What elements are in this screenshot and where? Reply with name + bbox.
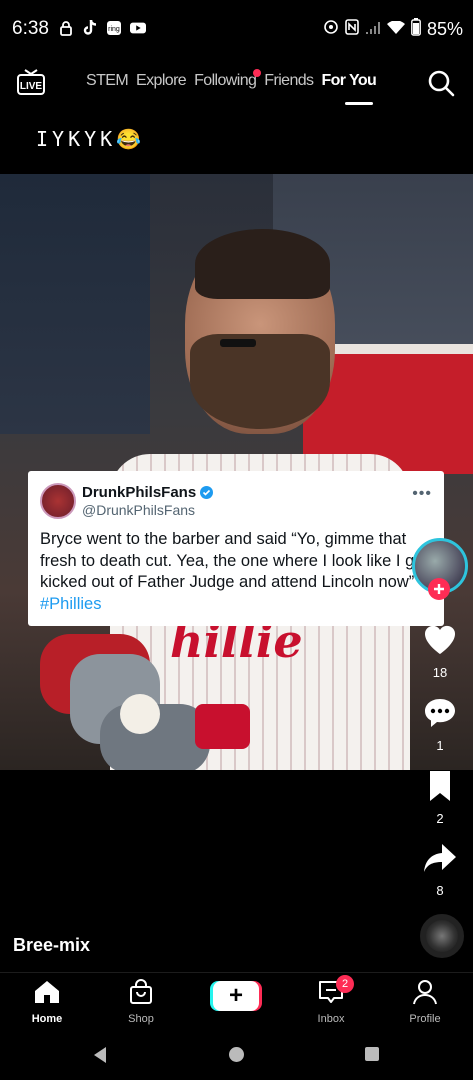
plus-icon	[434, 584, 444, 594]
heart-icon	[424, 625, 456, 654]
more-icon: •••	[412, 485, 432, 502]
nfc-icon	[345, 19, 359, 40]
feed-tabs: STEM Explore Following Friends For You	[86, 69, 377, 90]
wifi-icon	[386, 19, 405, 40]
youtube-icon	[130, 20, 146, 36]
home-icon	[35, 981, 59, 1003]
tweet-card: DrunkPhilsFans @DrunkPhilsFans ••• Bryce…	[28, 471, 444, 626]
tweet-text: Bryce went to the barber and said “Yo, g…	[40, 530, 429, 591]
tweet-name-text: DrunkPhilsFans	[82, 484, 197, 501]
android-nav-bar	[0, 1028, 473, 1080]
comment-count: 1	[436, 738, 444, 753]
tab-inbox[interactable]: 2 Inbox	[296, 975, 366, 1025]
inbox-badge: 2	[336, 975, 354, 993]
tweet-handle: @DrunkPhilsFans	[82, 502, 196, 518]
shopping-bag-icon	[130, 979, 152, 1004]
create-button[interactable]: +	[213, 981, 259, 1011]
baseball	[120, 694, 160, 734]
ring-icon: ring	[106, 20, 122, 36]
comment-icon	[425, 699, 455, 727]
tab-following-label: Following	[194, 72, 257, 89]
tab-stem[interactable]: STEM	[86, 72, 129, 90]
player-hair	[195, 229, 330, 299]
live-label: LIVE	[20, 81, 43, 92]
status-bar: 6:38 ring 85%	[0, 0, 473, 58]
tweet-body: Bryce went to the barber and said “Yo, g…	[40, 529, 430, 615]
eye-black	[220, 339, 256, 347]
background-locker	[0, 174, 150, 434]
bookmark-icon	[430, 771, 450, 801]
status-left-icons: ring	[58, 19, 146, 36]
like-count: 18	[432, 665, 448, 680]
tweet-display-name: DrunkPhilsFans	[82, 484, 214, 501]
tiktok-icon	[82, 19, 98, 36]
tab-explore[interactable]: Explore	[136, 72, 187, 90]
tab-friends[interactable]: Friends	[264, 72, 314, 90]
back-icon[interactable]	[92, 1046, 108, 1064]
tab-for-you[interactable]: For You	[321, 72, 376, 90]
share-arrow-icon	[424, 844, 456, 872]
tweet-hashtag: #Phillies	[40, 594, 102, 613]
battery-icon	[411, 18, 421, 41]
tab-home[interactable]: Home	[12, 979, 82, 1025]
tab-home-label: Home	[31, 1013, 63, 1025]
follow-button[interactable]	[428, 578, 450, 600]
comment-button[interactable]: 1	[418, 695, 462, 753]
live-button[interactable]: LIVE	[16, 68, 46, 96]
svg-text:ring: ring	[108, 26, 120, 33]
status-time: 6:38	[12, 18, 49, 39]
tab-inbox-label: Inbox	[317, 1013, 345, 1025]
battery-percent: 85%	[426, 19, 463, 39]
hotspot-icon	[323, 19, 339, 40]
author-username[interactable]: Bree-mix	[13, 935, 90, 956]
music-disc[interactable]	[420, 914, 464, 958]
home-circle-icon[interactable]	[228, 1046, 245, 1063]
recents-icon[interactable]	[364, 1046, 380, 1062]
new-content-dot	[253, 69, 262, 77]
player-beard	[190, 334, 330, 429]
status-right: 85%	[323, 18, 463, 41]
tab-shop[interactable]: Shop	[106, 979, 176, 1025]
search-icon	[428, 70, 455, 97]
tab-profile-label: Profile	[409, 1013, 441, 1025]
bottom-tab-bar: Home Shop + 2 Inbox Profile	[0, 972, 473, 1028]
tab-following[interactable]: Following	[194, 69, 262, 90]
tab-shop-label: Shop	[128, 1013, 154, 1025]
lock-icon	[58, 20, 74, 36]
like-button[interactable]: 18	[418, 622, 462, 680]
share-button[interactable]: 8	[418, 840, 462, 898]
verified-icon	[200, 486, 214, 499]
share-count: 8	[436, 883, 444, 898]
signal-icon	[365, 19, 381, 40]
profile-icon	[413, 980, 437, 1005]
tweet-avatar	[40, 483, 76, 519]
tab-profile[interactable]: Profile	[390, 979, 460, 1025]
wristband	[195, 704, 250, 749]
top-nav: LIVE STEM Explore Following Friends For …	[0, 60, 473, 110]
active-tab-indicator	[345, 102, 373, 105]
save-button[interactable]: 2	[418, 768, 462, 826]
search-button[interactable]	[427, 69, 455, 97]
post-overlay-text: IYKYK😂	[36, 127, 146, 151]
save-count: 2	[436, 811, 444, 826]
